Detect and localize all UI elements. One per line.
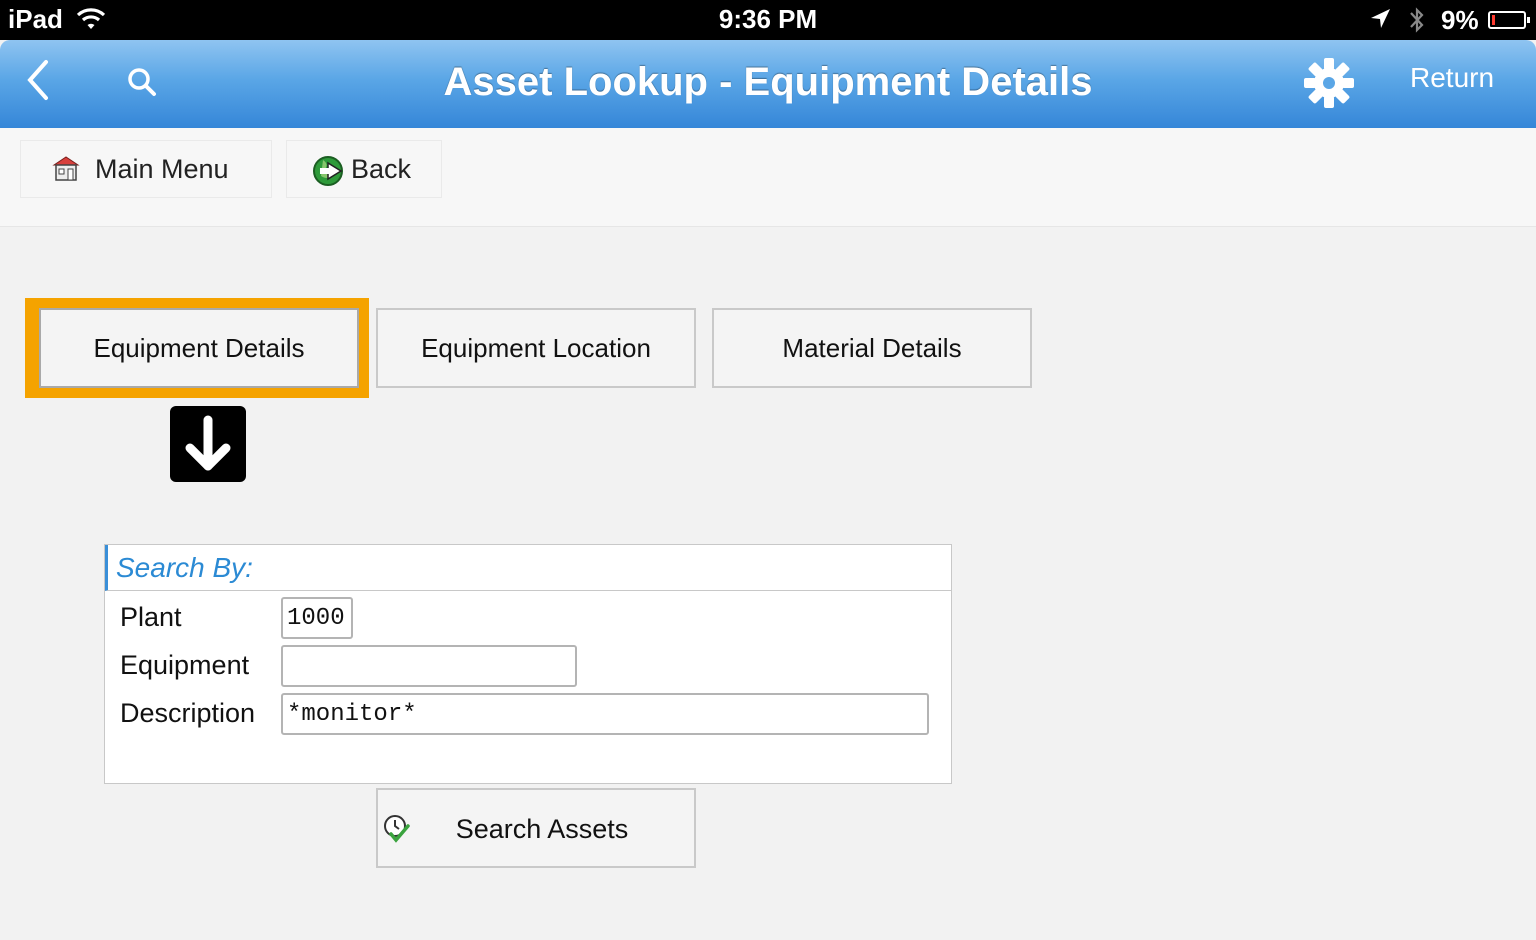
- equipment-label: Equipment: [120, 650, 250, 680]
- search-panel: Search By: Plant Equipment Description: [104, 544, 952, 784]
- back-label: Back: [351, 153, 412, 184]
- toolbar: Main Menu Back: [0, 128, 1536, 227]
- tab-label: Material Details: [782, 332, 962, 363]
- main-menu-button[interactable]: Main Menu: [20, 140, 272, 198]
- equipment-field[interactable]: [281, 645, 577, 687]
- search-assets-label: Search Assets: [455, 814, 629, 844]
- arrow-down-icon: [170, 406, 246, 482]
- battery-level: [1492, 15, 1495, 25]
- back-button[interactable]: Back: [286, 140, 442, 198]
- tab-label: Equipment Location: [421, 332, 651, 363]
- gear-icon[interactable]: [1302, 56, 1356, 110]
- tab-equipment-details[interactable]: Equipment Details: [39, 308, 359, 388]
- battery-icon: [1488, 11, 1530, 29]
- tab-equipment-location[interactable]: Equipment Location: [376, 308, 696, 388]
- description-field[interactable]: [281, 693, 929, 735]
- description-label: Description: [120, 698, 256, 728]
- search-by-heading: Search By:: [116, 552, 253, 583]
- tab-label: Equipment Details: [93, 332, 305, 363]
- clock: 9:36 PM: [718, 4, 818, 34]
- main-menu-label: Main Menu: [95, 153, 229, 184]
- search-assets-button[interactable]: Search Assets: [376, 788, 696, 868]
- search-panel-header: Search By:: [105, 545, 951, 591]
- location-arrow-icon: [1368, 7, 1392, 38]
- back-arrow-icon: [311, 154, 343, 186]
- tab-material-details[interactable]: Material Details: [712, 308, 1032, 388]
- status-bar: iPad 9:36 PM 9%: [0, 0, 1536, 40]
- battery-percent: 9%: [1441, 5, 1479, 35]
- plant-field[interactable]: [281, 597, 353, 639]
- bluetooth-icon: [1408, 5, 1426, 42]
- return-button[interactable]: Return: [1410, 62, 1494, 94]
- plant-label: Plant: [120, 602, 182, 632]
- home-icon: [51, 154, 81, 184]
- navigation-bar: Asset Lookup - Equipment Details Return: [0, 40, 1536, 129]
